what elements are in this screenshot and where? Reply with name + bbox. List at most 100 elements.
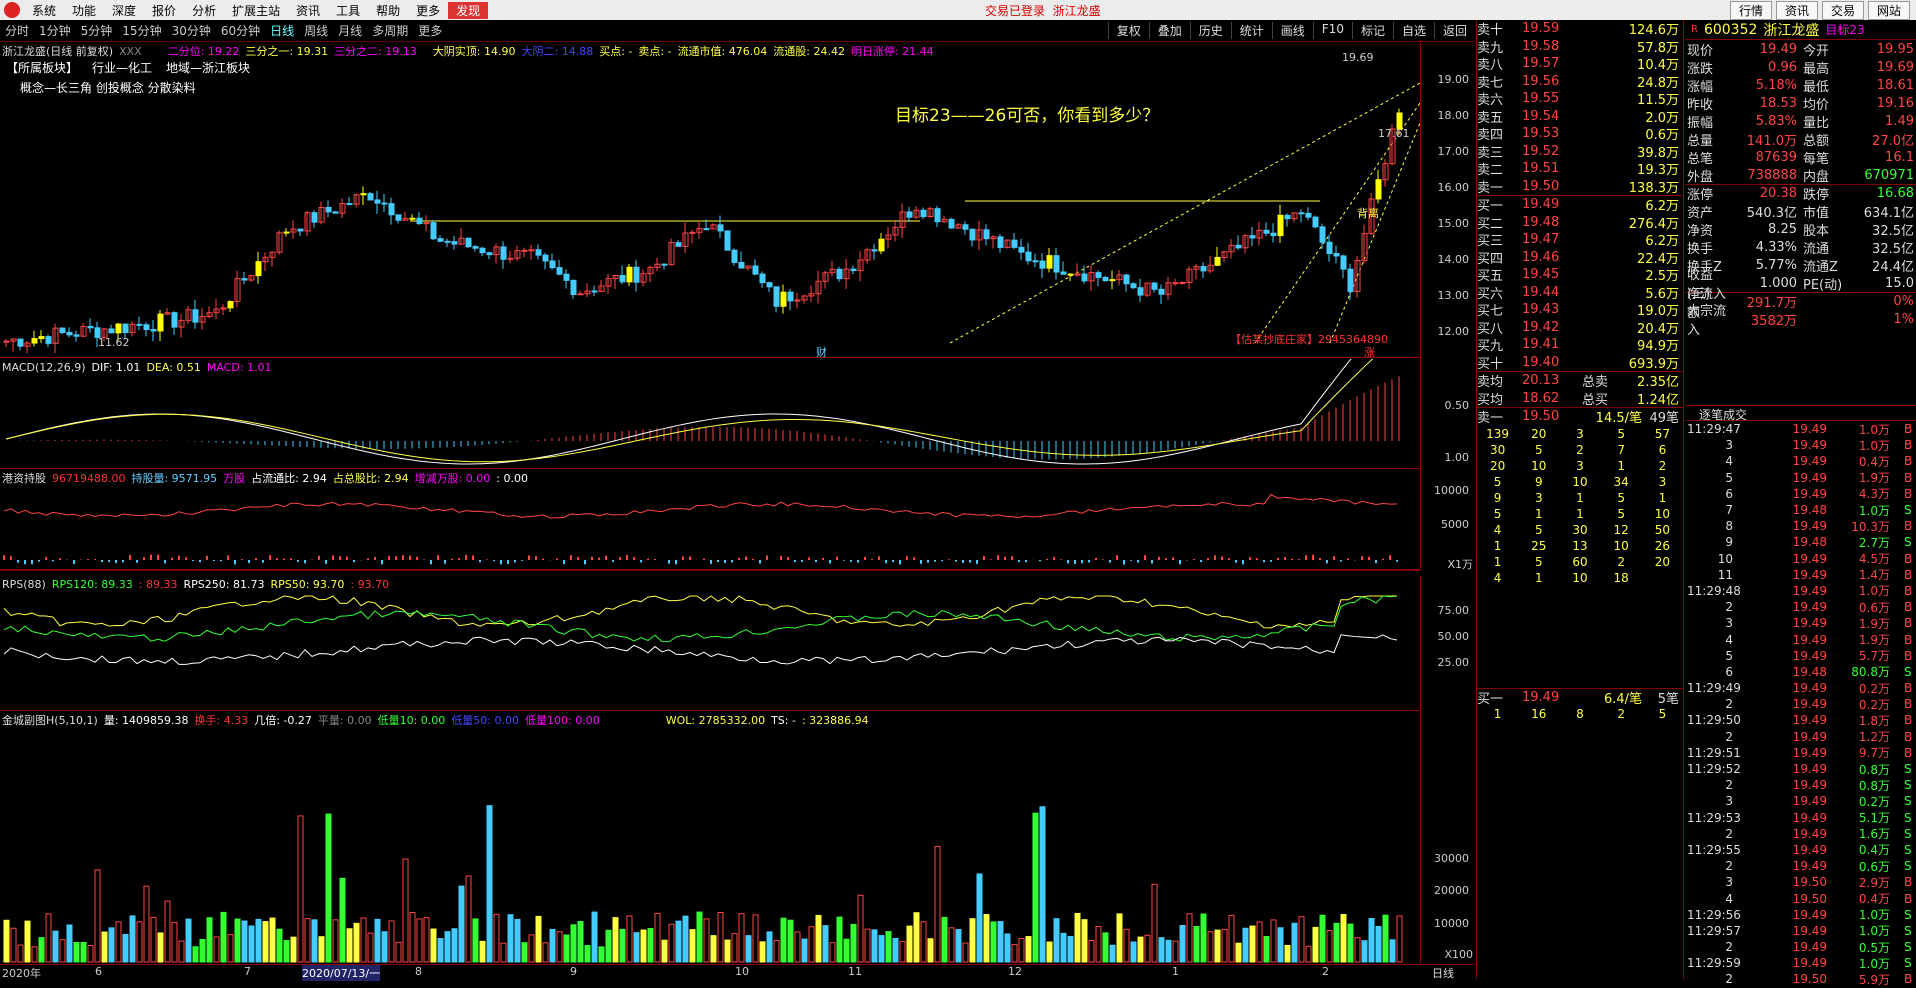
candle: [962, 224, 969, 230]
candle: [143, 324, 150, 331]
macd-pane[interactable]: MACD(12,26,9) DIF: 1.01 DEA: 0.51 MACD: …: [0, 359, 1420, 469]
level-label: 卖三: [1477, 145, 1504, 161]
menu-item[interactable]: 报价: [144, 2, 184, 19]
tick-time: 11:29:57: [1687, 923, 1741, 938]
volume-bar: [136, 921, 143, 963]
queue-cell: 1: [1493, 538, 1502, 553]
menu-item[interactable]: 深度: [104, 2, 144, 19]
menu-item[interactable]: 系统: [24, 2, 64, 19]
tool-button[interactable]: F10: [1312, 22, 1352, 39]
tick-side: S: [1904, 940, 1912, 955]
menu-item[interactable]: 功能: [64, 2, 104, 19]
tool-button[interactable]: 标记: [1351, 22, 1393, 39]
volume-bar: [808, 926, 815, 963]
quote-label: 内盘: [1803, 169, 1830, 185]
volume-bar: [486, 805, 493, 963]
candle: [1130, 283, 1137, 289]
period-tab[interactable]: 60分钟: [216, 22, 265, 39]
menu-item[interactable]: 分析: [184, 2, 224, 19]
bid-row[interactable]: 买一 19.49 6.2万: [1477, 196, 1683, 214]
volume-pane[interactable]: 金城副图H(5,10,1) 量: 1409859.38 换手: 4.33 几倍:…: [0, 712, 1420, 964]
vol-unit: X100: [1444, 948, 1473, 961]
volume-bar: [206, 917, 213, 963]
bid-row[interactable]: 买六 19.44 5.6万: [1477, 284, 1683, 302]
tag-label: 【估某抄底庄家】2945364890: [1230, 332, 1388, 346]
tick-row: 3 19.49 0.2万 S: [1685, 793, 1916, 809]
volume-bar: [654, 912, 661, 963]
tool-button[interactable]: 返回: [1433, 22, 1475, 39]
tick-side: S: [1904, 907, 1912, 922]
ask-row[interactable]: 卖七 19.56 24.8万: [1477, 73, 1683, 91]
tool-button[interactable]: 复权: [1107, 22, 1149, 39]
period-tab[interactable]: 多周期: [367, 22, 413, 39]
hk-holding-pane[interactable]: 港资持股 96719488.00 持股量: 9571.95 万股 占流通比: 2…: [0, 470, 1420, 570]
website-button[interactable]: 网站: [1867, 0, 1910, 20]
tick-list[interactable]: 逐笔成交 11:29:47 19.49 1.0万 B 3 19.49 1.0万 B 4 19.49…: [1685, 405, 1916, 988]
candle: [1347, 268, 1354, 292]
bid-row[interactable]: 买二 19.48 276.4万: [1477, 214, 1683, 232]
period-tab[interactable]: 更多: [413, 22, 447, 39]
candle: [367, 193, 374, 201]
menu-item[interactable]: 工具: [328, 2, 368, 19]
bid-row[interactable]: 买九 19.41 94.9万: [1477, 336, 1683, 354]
volume-bar: [3, 919, 10, 963]
rps-pane[interactable]: RPS(88) RPS120: 89.33 : 89.33 RPS250: 81…: [0, 576, 1420, 711]
ask-row[interactable]: 卖九 19.58 57.8万: [1477, 38, 1683, 56]
bid-row[interactable]: 买七 19.43 19.0万: [1477, 301, 1683, 319]
quote-value: 19.49: [1759, 41, 1797, 57]
bid-row[interactable]: 买四 19.46 22.4万: [1477, 249, 1683, 267]
quote-value: 27.0亿: [1872, 133, 1914, 149]
candle: [738, 261, 745, 269]
menu-item[interactable]: 资讯: [288, 2, 328, 19]
level-price: 19.51: [1522, 161, 1560, 177]
tick-volume: 0.4万: [1858, 843, 1890, 858]
volume-bar: [381, 931, 388, 963]
volume-bar: [38, 937, 45, 963]
menu-item[interactable]: 扩展主站: [224, 2, 288, 19]
value: 1.24亿: [1637, 392, 1679, 408]
bid-row[interactable]: 买十 19.40 693.9万: [1477, 354, 1683, 372]
tool-button[interactable]: 叠加: [1148, 22, 1190, 39]
period-tab[interactable]: 30分钟: [167, 22, 216, 39]
ask-row[interactable]: 卖一 19.50 138.3万: [1477, 178, 1683, 196]
volume-bar: [1340, 913, 1347, 963]
bid-list: 买一 19.49 6.2万 买二 19.48 276.4万 买三 19.47 6.2万 买四 19.…: [1477, 196, 1683, 372]
discover-button[interactable]: 发现: [448, 1, 489, 19]
quote-button[interactable]: 行情: [1729, 0, 1772, 20]
tool-button[interactable]: 统计: [1230, 22, 1272, 39]
hk-pane[interactable]: [0, 570, 1420, 571]
period-tab[interactable]: 15分钟: [117, 22, 166, 39]
ask-row[interactable]: 卖三 19.52 39.8万: [1477, 143, 1683, 161]
ask-row[interactable]: 卖二 19.51 19.3万: [1477, 160, 1683, 178]
period-tab[interactable]: 周线: [299, 22, 333, 39]
volume-bar: [556, 931, 563, 963]
tool-button[interactable]: 历史: [1189, 22, 1231, 39]
kline-pane[interactable]: 浙江龙盛(日线 前复权) XXX 二分位: 19.22 三分之一: 19.31 …: [0, 43, 1420, 358]
menu-item[interactable]: 帮助: [368, 2, 408, 19]
bid-row[interactable]: 买五 19.45 2.5万: [1477, 266, 1683, 284]
hk-chart: [3, 493, 1398, 565]
candle: [1158, 288, 1165, 295]
ask-row[interactable]: 卖十 19.59 124.6万: [1477, 20, 1683, 38]
period-tab[interactable]: 月线: [333, 22, 367, 39]
bid-row[interactable]: 买三 19.47 6.2万: [1477, 231, 1683, 249]
news-button[interactable]: 资讯: [1775, 0, 1818, 20]
tool-button[interactable]: 自选: [1392, 22, 1434, 39]
period-tab[interactable]: 5分钟: [76, 22, 118, 39]
volume-bar: [297, 815, 304, 963]
tool-button[interactable]: 画线: [1271, 22, 1313, 39]
tick-side: B: [1904, 648, 1913, 663]
period-tab[interactable]: 分时: [0, 22, 34, 39]
ask-row[interactable]: 卖四 19.53 0.6万: [1477, 125, 1683, 143]
ask-row[interactable]: 卖六 19.55 11.5万: [1477, 90, 1683, 108]
tick-side: B: [1904, 519, 1913, 534]
bid-row[interactable]: 买八 19.42 20.4万: [1477, 319, 1683, 337]
menu-item[interactable]: 更多: [408, 2, 448, 19]
ask-row[interactable]: 卖五 19.54 2.0万: [1477, 108, 1683, 126]
ask-row[interactable]: 卖八 19.57 10.4万: [1477, 55, 1683, 73]
trade-button[interactable]: 交易: [1821, 0, 1864, 20]
tick-volume: 9.7万: [1858, 746, 1890, 761]
volume-bar: [857, 894, 864, 963]
period-tab-daily[interactable]: 日线: [265, 22, 299, 39]
period-tab[interactable]: 1分钟: [34, 22, 76, 39]
